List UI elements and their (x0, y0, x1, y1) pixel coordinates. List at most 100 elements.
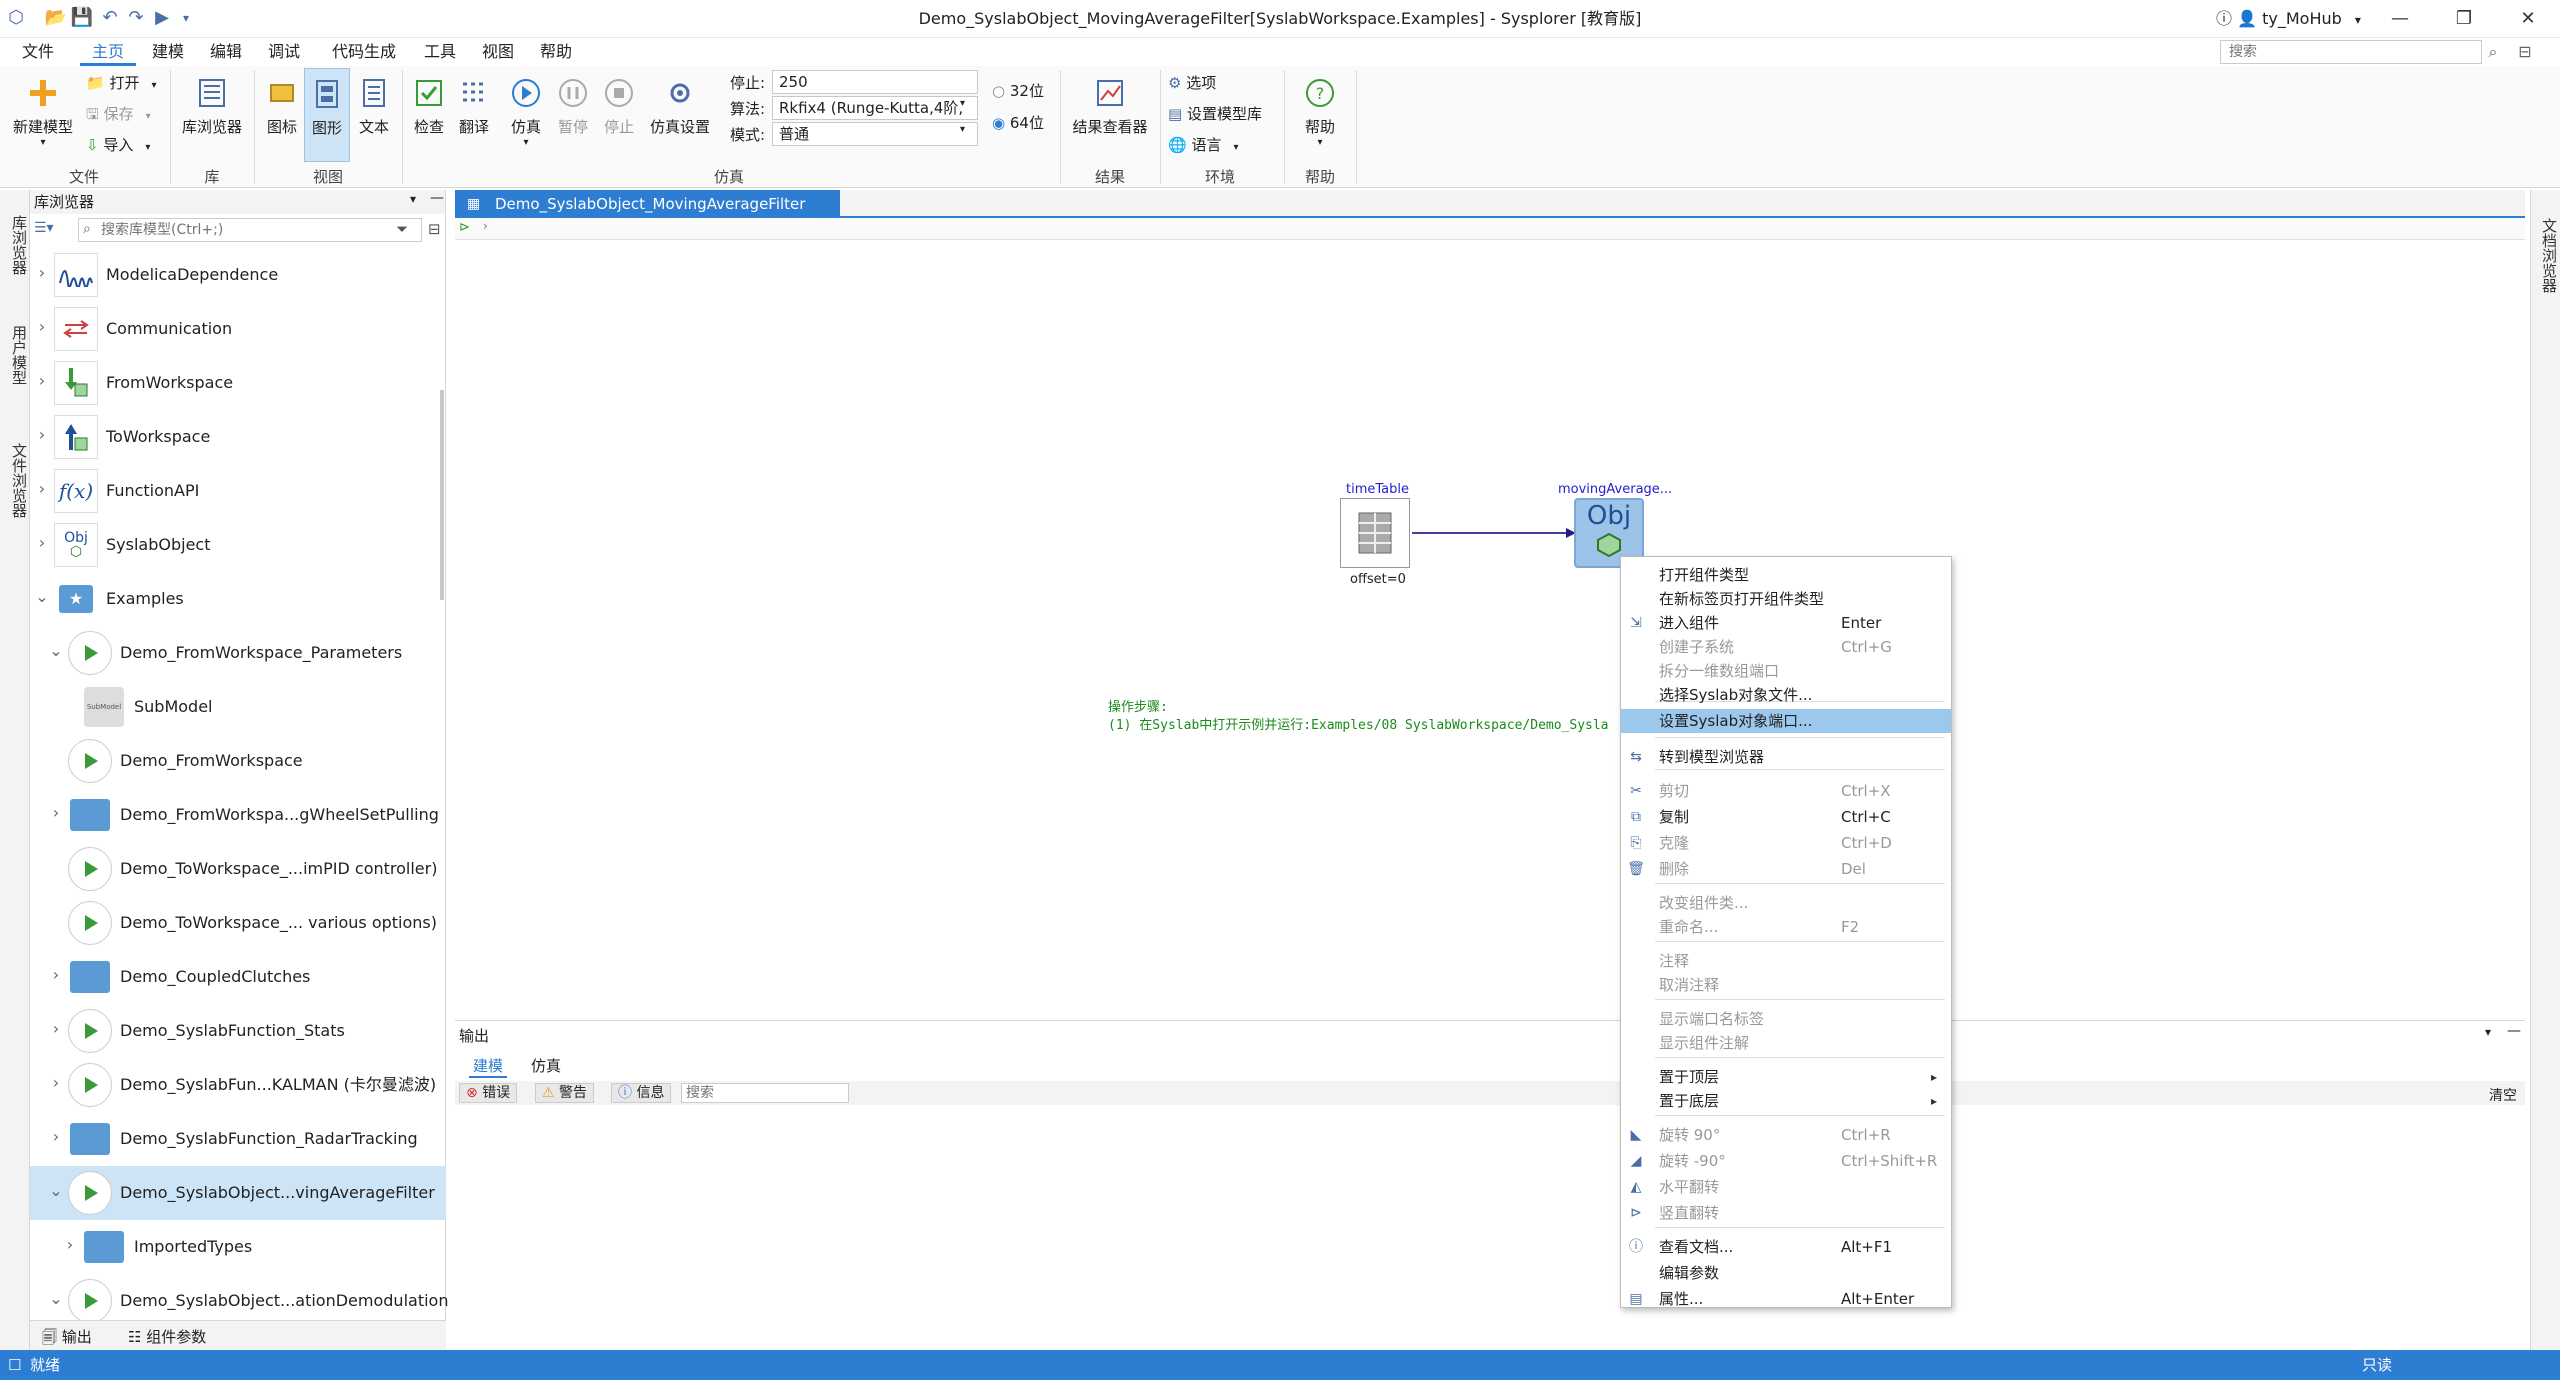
import-button[interactable]: ⇩ 导入 ▾ (86, 132, 150, 158)
tree-chevron-icon[interactable]: ⌄ (46, 1181, 66, 1200)
options-button[interactable]: ⚙ 选项 (1168, 70, 1216, 96)
vtab-file-browser[interactable]: 文件浏览器 (0, 430, 30, 530)
filter-warning-button[interactable]: ⚠ 警告 (535, 1083, 595, 1103)
search-icon[interactable]: ⌕ (2482, 40, 2504, 64)
library-tree-item[interactable]: › f(x) FunctionAPI (30, 464, 446, 518)
library-tree-item[interactable]: › ModelicaDependence (30, 248, 446, 302)
tree-chevron-icon[interactable]: › (32, 425, 52, 444)
radio-32bit[interactable]: ○ 32位 (992, 80, 1044, 101)
context-menu-item[interactable]: 🗑 删除 Del (1621, 857, 1951, 881)
tab-output[interactable]: 🗐 输出 (42, 1326, 92, 1352)
context-menu-item[interactable]: 显示端口名标签 (1621, 1007, 1951, 1031)
clear-output-button[interactable]: 清空 (2489, 1085, 2517, 1105)
diagram-canvas[interactable] (455, 240, 2525, 1020)
global-search-input[interactable] (2220, 40, 2482, 64)
context-menu-item[interactable]: ⧉ 复制 Ctrl+C (1621, 805, 1951, 829)
context-menu-item[interactable]: ⊳ 竖直翻转 (1621, 1201, 1951, 1225)
help-button[interactable]: ? 帮助 ▾ (1290, 76, 1350, 148)
output-tab-modeling[interactable]: 建模 (469, 1055, 508, 1078)
stop-time-input[interactable]: 250 (772, 70, 978, 94)
library-tree-item[interactable]: › Communication (30, 302, 446, 356)
diagram-view-button[interactable]: 图形 (304, 68, 350, 162)
library-tree-item[interactable]: › Demo_FromWorkspa...gWheelSetPulling (30, 788, 446, 842)
list-view-icon[interactable]: ☰▾ (34, 220, 54, 236)
library-tree-item[interactable]: Demo_FromWorkspace (30, 734, 446, 788)
library-tree-item[interactable]: › Demo_CoupledClutches (30, 950, 446, 1004)
menu-debug[interactable]: 调试 (256, 38, 312, 66)
menu-modeling[interactable]: 建模 (140, 38, 196, 66)
tree-chevron-icon[interactable]: ⌄ (46, 641, 66, 660)
context-menu-item[interactable]: 编辑参数 (1621, 1261, 1951, 1285)
context-menu-item[interactable]: ⓘ 查看文档... Alt+F1 (1621, 1235, 1951, 1259)
breadcrumb-home-icon[interactable]: ⊳ (459, 220, 470, 235)
vtab-document-browser[interactable]: 文档浏览器 (2530, 200, 2560, 310)
tree-chevron-icon[interactable]: › (32, 263, 52, 282)
context-menu-item[interactable]: ◣ 旋转 90° Ctrl+R (1621, 1123, 1951, 1147)
minimize-button[interactable]: — (2372, 0, 2428, 38)
open-folder-icon[interactable]: 📂 (44, 6, 68, 30)
text-view-button[interactable]: 文本 (352, 76, 396, 137)
chevron-down-icon[interactable]: ▾ (410, 192, 416, 206)
library-tree-item[interactable]: › Demo_SyslabFunction_Stats (30, 1004, 446, 1058)
translate-button[interactable]: 翻译 (452, 76, 496, 137)
context-menu-item[interactable]: ⎘ 克隆 Ctrl+D (1621, 831, 1951, 855)
context-menu-item[interactable]: 取消注释 (1621, 973, 1951, 997)
context-menu-item[interactable]: 选择Syslab对象文件... (1621, 683, 1951, 707)
set-model-lib-button[interactable]: ▤ 设置模型库 (1168, 101, 1262, 127)
menu-file[interactable]: 文件 (10, 38, 66, 66)
context-menu-item[interactable]: 设置Syslab对象端口... (1621, 709, 1951, 733)
open-button[interactable]: 📁 打开 ▾ (86, 70, 157, 96)
library-tree-item[interactable]: › FromWorkspace (30, 356, 446, 410)
library-tree-item[interactable]: ⌄ Demo_FromWorkspace_Parameters (30, 626, 446, 680)
result-viewer-button[interactable]: 结果查看器 (1066, 76, 1154, 137)
context-menu-item[interactable]: ✂ 剪切 Ctrl+X (1621, 779, 1951, 803)
check-button[interactable]: 检查 (408, 76, 450, 137)
tree-chevron-icon[interactable]: ⌄ (32, 587, 52, 606)
menu-help[interactable]: 帮助 (528, 38, 584, 66)
panel-minimize-icon[interactable]: — (2507, 1023, 2521, 1039)
library-tree-item[interactable]: ⌄ Demo_SyslabObject...vingAverageFilter (30, 1166, 446, 1220)
icon-view-button[interactable]: 图标 (260, 76, 304, 137)
tree-chevron-icon[interactable]: › (32, 371, 52, 390)
tree-chevron-icon[interactable]: › (46, 803, 66, 822)
tree-chevron-icon[interactable]: › (46, 965, 66, 984)
output-tab-simulation[interactable]: 仿真 (527, 1055, 565, 1076)
context-menu-item[interactable]: 注释 (1621, 949, 1951, 973)
library-tree-item[interactable]: Demo_ToWorkspace_... various options) (30, 896, 446, 950)
context-menu-item[interactable]: 改变组件类... (1621, 891, 1951, 915)
context-menu-item[interactable]: 重命名... F2 (1621, 915, 1951, 939)
library-tree-item[interactable]: Demo_ToWorkspace_...imPID controller) (30, 842, 446, 896)
tree-chevron-icon[interactable]: › (46, 1127, 66, 1146)
save-button[interactable]: 🖫 保存 ▾ (86, 101, 151, 127)
context-menu-item[interactable]: 显示组件注解 (1621, 1031, 1951, 1055)
undo-icon[interactable]: ↶ (98, 6, 122, 30)
context-menu-item[interactable]: 在新标签页打开组件类型 (1621, 587, 1951, 611)
vtab-user-models[interactable]: 用户模型 (0, 310, 30, 400)
pause-button[interactable]: 暂停 (552, 76, 594, 137)
tree-chevron-icon[interactable]: › (32, 317, 52, 336)
library-tree-item[interactable]: › Obj ⬡ SyslabObject (30, 518, 446, 572)
menu-codegen[interactable]: 代码生成 (320, 38, 408, 66)
library-tree-item[interactable]: › ToWorkspace (30, 410, 446, 464)
context-menu-item[interactable]: 拆分一维数组端口 (1621, 659, 1951, 683)
user-menu[interactable]: ⓘ 👤 ty_MoHub ▾ (2216, 6, 2361, 32)
context-menu-item[interactable]: ◢ 旋转 -90° Ctrl+Shift+R (1621, 1149, 1951, 1173)
tab-component-params[interactable]: ☷ 组件参数 (128, 1326, 206, 1347)
tree-chevron-icon[interactable]: › (32, 479, 52, 498)
menu-tools[interactable]: 工具 (412, 38, 468, 66)
simulate-button[interactable]: 仿真 ▾ (504, 76, 548, 148)
panel-minimize-icon[interactable]: — (430, 190, 444, 206)
library-tree-item[interactable]: › Demo_SyslabFunction_RadarTracking (30, 1112, 446, 1166)
tree-chevron-icon[interactable]: › (46, 1019, 66, 1038)
library-tree-item[interactable]: SubModel SubModel (30, 680, 446, 734)
sim-settings-button[interactable]: 仿真设置 (644, 76, 716, 137)
vtab-library-browser[interactable]: 库浏览器 (0, 200, 30, 290)
algorithm-select[interactable]: Rkfix4 (Runge-Kutta,4阶, (772, 96, 978, 120)
document-tab-active[interactable]: ▦ Demo_SyslabObject_MovingAverageFilter (455, 190, 840, 218)
context-menu-item[interactable]: 置于顶层 ▸ (1621, 1065, 1951, 1089)
radio-64bit[interactable]: ◉ 64位 (992, 112, 1044, 133)
context-menu-item[interactable]: ▤ 属性... Alt+Enter (1621, 1287, 1951, 1311)
menu-view[interactable]: 视图 (470, 38, 526, 66)
run-icon[interactable]: ▶ (150, 6, 174, 30)
tree-chevron-icon[interactable]: › (32, 533, 52, 552)
